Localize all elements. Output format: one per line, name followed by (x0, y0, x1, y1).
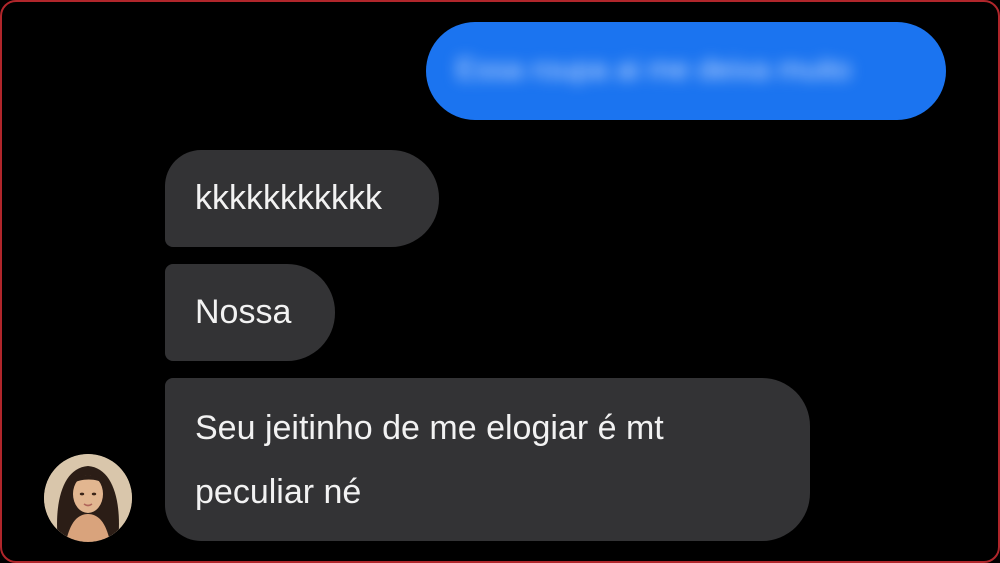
received-message-bubble[interactable]: Seu jeitinho de me elogiar é mt peculiar… (165, 378, 810, 541)
received-message-bubble[interactable]: Nossa (165, 264, 335, 361)
sent-message-bubble[interactable]: Essa roupa ai me deixa muito (426, 22, 946, 120)
avatar-icon (44, 454, 132, 542)
received-message-text: Nossa (195, 293, 292, 331)
received-message-bubble[interactable]: kkkkkkkkkkk (165, 150, 439, 247)
chat-frame: Essa roupa ai me deixa muito kkkkkkkkkkk… (0, 0, 1000, 563)
sent-message-text: Essa roupa ai me deixa muito (456, 53, 852, 86)
received-message-text: kkkkkkkkkkk (195, 179, 382, 217)
received-message-text-line: Seu jeitinho de me elogiar é mt (195, 409, 664, 447)
received-message-text-line: peculiar né (195, 473, 362, 511)
contact-avatar[interactable] (44, 454, 132, 542)
